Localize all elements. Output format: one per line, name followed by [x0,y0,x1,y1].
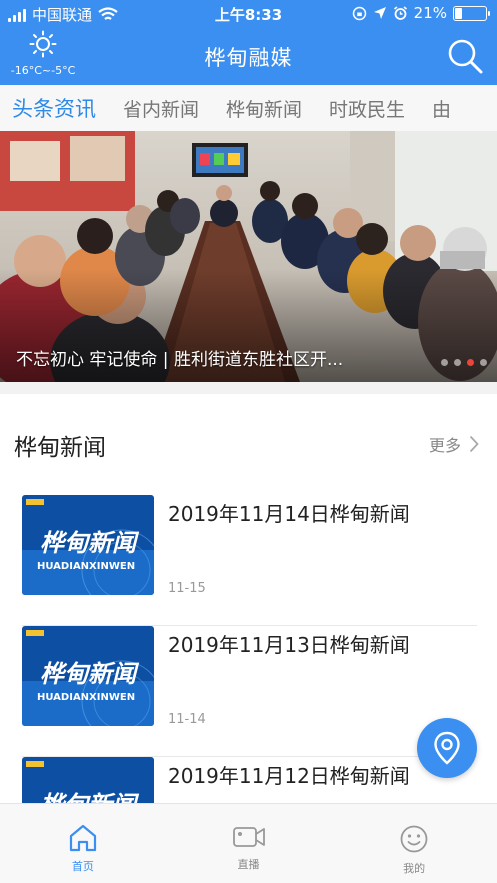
banner-caption: 不忘初心 牢记使命 | 胜利街道东胜社区开... [16,350,344,370]
carousel-dot[interactable] [480,359,487,366]
news-section-header: 桦甸新闻 更多 [0,406,497,486]
home-icon [69,824,96,852]
location-button[interactable] [417,718,477,778]
news-title: 2019年11月14日桦甸新闻 [168,502,410,526]
status-right: 21% [352,4,490,22]
news-thumbnail: 桦甸新闻 HUADIANXINWEN [22,626,154,726]
news-item[interactable]: 桦甸新闻 HUADIANXINWEN 2019年11月14日桦甸新闻 11-15 [22,495,477,626]
alarm-icon [393,5,407,20]
more-button[interactable]: 更多 [429,432,479,456]
tab-partial[interactable]: 由 [432,95,451,122]
battery-icon [453,5,490,21]
chevron-right-icon [469,435,479,453]
app-header: -16°C~-5°C 桦甸融媒 [0,28,497,85]
news-date: 11-15 [168,581,206,596]
thumb-sub-text: HUADIANXINWEN [37,561,135,572]
nav-live[interactable]: 直播 [166,804,332,883]
thumb-sub-text: HUADIANXINWEN [37,692,135,703]
carousel-dot[interactable] [441,359,448,366]
carousel-dots [441,359,487,366]
smiley-face-icon [400,825,428,853]
tab-headlines[interactable]: 头条资讯 [12,93,96,123]
section-title: 桦甸新闻 [14,435,106,461]
more-label: 更多 [428,436,461,455]
thumb-main-text: 桦甸新闻 [40,660,140,688]
nav-profile-label: 我的 [403,862,426,875]
search-icon [448,39,483,74]
section-divider [0,382,497,394]
search-button[interactable] [445,36,485,76]
thumb-main-text: 桦甸新闻 [40,529,140,557]
tab-provincial-news[interactable]: 省内新闻 [123,95,199,122]
tab-politics-livelihood[interactable]: 时政民生 [329,95,405,122]
nav-home[interactable]: 首页 [0,804,166,883]
nav-home-label: 首页 [71,860,94,873]
location-arrow-icon [373,7,386,19]
banner-carousel[interactable]: 不忘初心 牢记使命 | 胜利街道东胜社区开... [0,131,497,382]
nav-live-label: 直播 [237,858,260,871]
battery-level [455,7,462,19]
news-item[interactable]: 桦甸新闻 HUADIANXINWEN 2019年11月13日桦甸新闻 11-14 [22,626,477,757]
news-title: 2019年11月13日桦甸新闻 [168,633,410,657]
status-bar: 中国联通 上午8:33 21% [0,0,497,28]
news-thumbnail: 桦甸新闻 HUADIANXINWEN [22,495,154,595]
carousel-dot[interactable] [454,359,461,366]
news-date: 11-14 [168,712,206,727]
app-title: 桦甸融媒 [204,46,293,70]
video-camera-icon [232,827,265,847]
nav-profile[interactable]: 我的 [331,804,497,883]
tab-huadian-news[interactable]: 桦甸新闻 [226,95,302,122]
category-tabs: 头条资讯 省内新闻 桦甸新闻 时政民生 由 [0,85,497,131]
orientation-lock-icon [352,6,366,20]
news-title: 2019年11月12日桦甸新闻 [168,764,410,788]
battery-percent: 21% [413,4,447,22]
bottom-nav: 首页 直播 我的 [0,803,497,883]
location-pin-icon [434,731,460,765]
carousel-dot[interactable] [467,359,474,366]
